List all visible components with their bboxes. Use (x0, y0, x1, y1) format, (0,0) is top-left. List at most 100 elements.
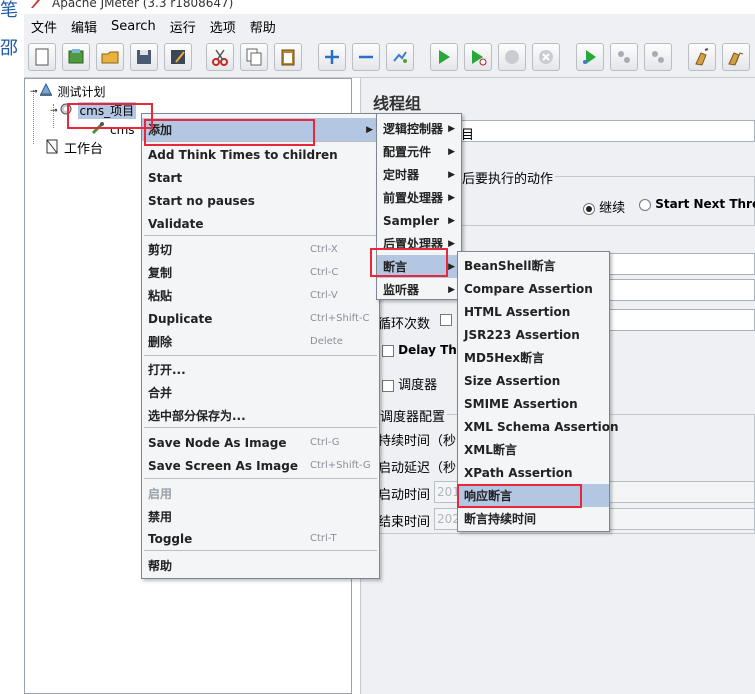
context-menu-item-item-5[interactable]: 剪切 Ctrl-X (142, 238, 379, 261)
menu-item-shortcut: Ctrl-X (310, 244, 338, 255)
expand-icon[interactable] (318, 43, 346, 71)
menu-separator (144, 550, 377, 551)
context-menu-item-item-9[interactable]: 删除 Delete (142, 330, 379, 353)
menu-options[interactable]: 选项 (203, 17, 243, 36)
menu-item-label: 合并 (148, 386, 173, 400)
delay-checkbox[interactable] (382, 344, 394, 357)
start-icon[interactable] (430, 43, 458, 71)
assertion-item-html-assertion[interactable]: HTML Assertion (458, 300, 609, 323)
menu-run[interactable]: 运行 (163, 17, 203, 36)
continue-radio[interactable] (583, 202, 595, 215)
menu-edit[interactable]: 编辑 (64, 17, 104, 36)
context-menu-item-start[interactable]: Start (142, 166, 379, 189)
assertion-item-item-10[interactable]: 响应断言 (458, 484, 609, 507)
context-menu-item-item-11[interactable]: 合并 (142, 381, 379, 404)
tree-node-workbench[interactable]: 工作台 (44, 138, 103, 157)
context-menu-item-duplicate[interactable]: Duplicate Ctrl+Shift-C (142, 307, 379, 330)
menu-search[interactable]: Search (104, 19, 163, 34)
context-menu-item-start-no-pauses[interactable]: Start no pauses (142, 189, 379, 212)
open-icon[interactable] (96, 43, 124, 71)
assertion-item-xpath-assertion[interactable]: XPath Assertion (458, 461, 609, 484)
context-menu-item-item-15[interactable]: 启用 (142, 482, 379, 505)
toolbar (24, 38, 755, 78)
assertion-item-beanshell[interactable]: BeanShell断言 (458, 254, 609, 277)
menu-item-label: 响应断言 (464, 489, 513, 503)
assertion-item-xml[interactable]: XML断言 (458, 438, 609, 461)
menu-item-label: Duplicate (148, 311, 213, 326)
menu-help[interactable]: 帮助 (243, 17, 283, 36)
context-menu-item-toggle[interactable]: Toggle Ctrl-T (142, 527, 379, 550)
context-menu-item-validate[interactable]: Validate (142, 212, 379, 235)
toggle-icon[interactable] (386, 43, 414, 71)
templates-icon[interactable] (62, 43, 90, 71)
add-submenu-item-item-5[interactable]: 后置处理器 ▶ (377, 232, 461, 255)
remote-start-icon[interactable] (576, 43, 604, 71)
context-menu: 添加 ▶ Add Think Times to children Start Start… (141, 113, 380, 579)
menu-separator (144, 141, 377, 142)
assertion-item-smime-assertion[interactable]: SMIME Assertion (458, 392, 609, 415)
menu-file[interactable]: 文件 (24, 17, 64, 36)
next-thread-option[interactable]: Start Next Thread (639, 197, 755, 211)
start-no-pauses-icon[interactable] (464, 43, 492, 71)
tree-node-child[interactable]: cms (90, 120, 135, 139)
assertion-item-compare-assertion[interactable]: Compare Assertion (458, 277, 609, 300)
page-title: 线程组 (373, 94, 422, 113)
paste-icon[interactable] (274, 43, 302, 71)
context-menu-item-save-node-as-image[interactable]: Save Node As Image Ctrl-G (142, 431, 379, 454)
add-submenu-item-item-1[interactable]: 配置元件 ▶ (377, 140, 461, 163)
add-submenu-item-item-7[interactable]: 监听器 ▶ (377, 278, 461, 301)
loop-count-field[interactable] (600, 309, 755, 331)
clear-icon[interactable] (688, 43, 716, 71)
assertion-item-xml-schema-assertion[interactable]: XML Schema Assertion (458, 415, 619, 438)
save-as-icon[interactable] (164, 43, 192, 71)
shutdown-icon[interactable] (532, 43, 560, 71)
add-submenu-item-item-2[interactable]: 定时器 ▶ (377, 163, 461, 186)
context-menu-item-add-think-times-to-children[interactable]: Add Think Times to children (142, 143, 379, 166)
next-thread-radio[interactable] (639, 198, 651, 211)
tree-node-test-plan[interactable]: ⊸ 测试计划 (30, 82, 106, 101)
forever-checkbox[interactable] (440, 314, 452, 326)
scheduler-checkbox[interactable] (382, 379, 394, 392)
context-menu-item-item-12[interactable]: 选中部分保存为... (142, 404, 379, 427)
add-submenu-item-sampler[interactable]: Sampler ▶ (377, 209, 461, 232)
assertion-item-item-11[interactable]: 断言持续时间 (458, 507, 609, 530)
menu-item-label: 配置元件 (383, 145, 432, 159)
thread-group-gear-icon (58, 101, 74, 120)
action-label: 后要执行的动作 (460, 168, 556, 187)
ramp-up-field[interactable] (600, 279, 755, 301)
tree-handle-icon[interactable]: ⊸ (50, 106, 58, 116)
scheduler-option[interactable]: 调度器 (382, 374, 437, 393)
context-menu-item-save-screen-as-image[interactable]: Save Screen As Image Ctrl+Shift-G (142, 454, 379, 477)
assertion-item-jsr223-assertion[interactable]: JSR223 Assertion (458, 323, 609, 346)
context-menu-item-item-16[interactable]: 禁用 (142, 505, 379, 528)
save-icon[interactable] (130, 43, 158, 71)
collapse-icon[interactable] (352, 43, 380, 71)
add-submenu-item-item-3[interactable]: 前置处理器 ▶ (377, 186, 461, 209)
remote-stop-icon[interactable] (610, 43, 638, 71)
next-thread-label: Start Next Thread (655, 197, 755, 211)
assertion-item-size-assertion[interactable]: Size Assertion (458, 369, 609, 392)
continue-option[interactable]: 继续 (583, 197, 625, 216)
context-menu-item-item-6[interactable]: 复制 Ctrl-C (142, 261, 379, 284)
stop-icon[interactable] (498, 43, 526, 71)
context-menu-item-item-18[interactable]: 帮助 (142, 554, 379, 577)
tree-node-thread-group[interactable]: ⊸ cms_项目 (50, 101, 137, 120)
context-menu-item-item-0[interactable]: 添加 ▶ (142, 118, 379, 141)
context-menu-item-item-7[interactable]: 粘贴 Ctrl-V (142, 284, 379, 307)
threads-field[interactable] (600, 253, 755, 275)
add-submenu-item-item-0[interactable]: 逻辑控制器 ▶ (377, 117, 461, 140)
new-icon[interactable] (28, 43, 56, 71)
copy-icon[interactable] (240, 43, 268, 71)
window-title: Apache JMeter (3.3 r1808647) (52, 0, 234, 10)
cut-icon[interactable] (206, 43, 234, 71)
assertion-item-md5hex[interactable]: MD5Hex断言 (458, 346, 609, 369)
context-menu-item-item-10[interactable]: 打开... (142, 358, 379, 381)
remote-shutdown-icon[interactable] (644, 43, 672, 71)
name-field[interactable]: 目 (440, 120, 755, 143)
add-submenu-item-item-6[interactable]: 断言 ▶ (377, 255, 461, 278)
menu-item-label: Start no pauses (148, 193, 255, 208)
tree-handle-icon[interactable]: ⊸ (30, 87, 38, 97)
name-field-text: 目 (461, 128, 475, 143)
clear-all-icon[interactable] (722, 43, 750, 71)
menu-separator (144, 235, 377, 236)
